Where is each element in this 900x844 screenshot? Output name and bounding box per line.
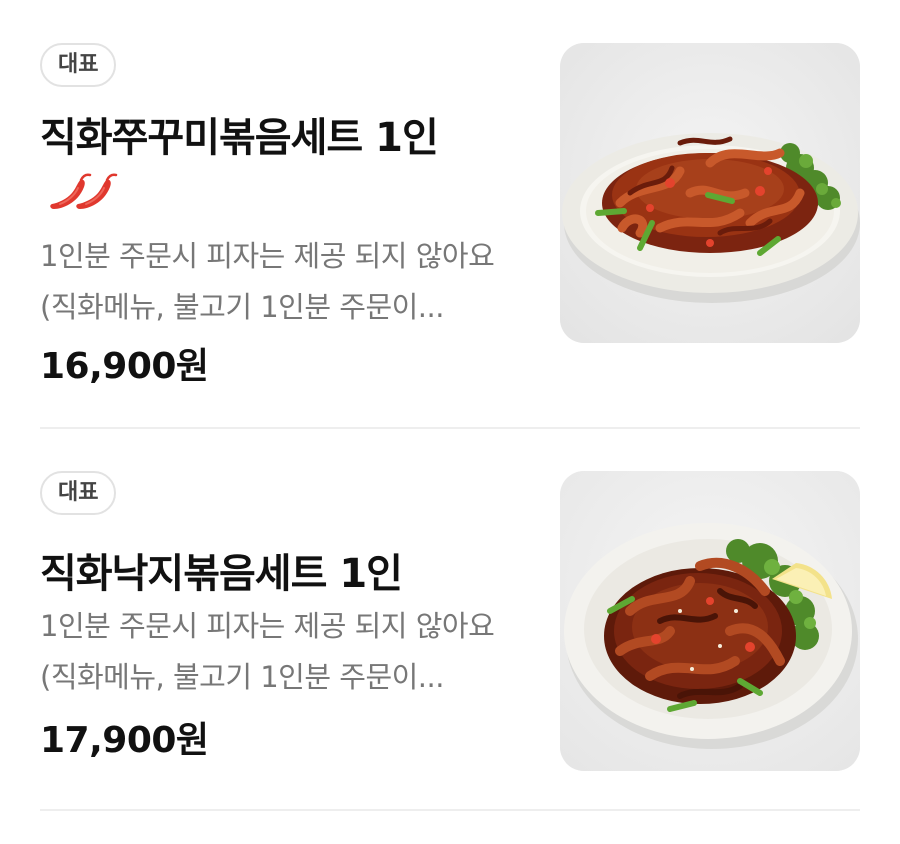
menu-item-image[interactable]	[560, 471, 860, 771]
divider	[40, 809, 860, 811]
featured-badge: 대표	[40, 43, 117, 87]
menu-item-price: 17,900원	[40, 720, 209, 761]
divider	[40, 427, 860, 429]
menu-item-price: 16,900원	[40, 346, 209, 387]
menu-item-title: 직화쭈꾸미볶음세트 1인	[40, 115, 439, 161]
menu-item[interactable]: 대표 직화낙지볶음세트 1인 1인분 주문시 피자는 제공 되지 않아요 (직화…	[40, 471, 860, 811]
menu-item[interactable]: 대표 직화쭈꾸미볶음세트 1인 1인분 주문시 피자는 제공 되지 않아요 (직…	[40, 43, 860, 429]
chili-pepper-icon	[50, 173, 118, 209]
featured-badge: 대표	[40, 471, 117, 515]
menu-item-description: 1인분 주문시 피자는 제공 되지 않아요 (직화메뉴, 불고기 1인분 주문이…	[40, 609, 495, 694]
menu-item-title: 직화낙지볶음세트 1인	[40, 551, 403, 597]
menu-item-image[interactable]	[560, 43, 860, 343]
menu-item-description: 1인분 주문시 피자는 제공 되지 않아요 (직화메뉴, 불고기 1인분 주문이…	[40, 239, 495, 324]
